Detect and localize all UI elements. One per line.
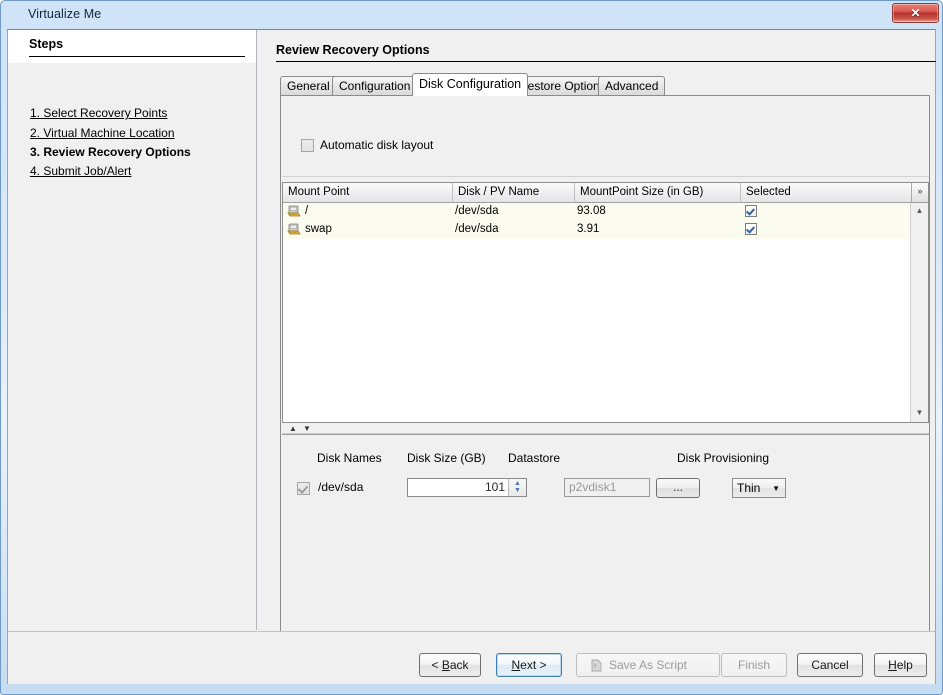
page-title: Review Recovery Options <box>276 43 430 57</box>
disk-provisioning-value: Thin <box>737 481 760 495</box>
detail-header-datastore: Datastore <box>508 451 560 465</box>
steps-divider <box>29 56 245 57</box>
column-header-mountpoint-size[interactable]: MountPoint Size (in GB) <box>575 183 741 202</box>
panel-splitter[interactable]: ▲ ▼ <box>282 424 929 434</box>
disk-detail-row: /dev/sda 101 ▲ ▼ p2vdisk1 ... Thin <box>282 478 929 502</box>
column-header-mount-point[interactable]: Mount Point <box>283 183 453 202</box>
detail-header-disk-size: Disk Size (GB) <box>407 451 486 465</box>
tab-configuration[interactable]: Configuration <box>332 76 417 95</box>
disk-detail-panel: Disk Names Disk Size (GB) Datastore Disk… <box>282 434 929 657</box>
chevron-double-down-icon[interactable]: » <box>911 183 928 202</box>
cell-mount-point: / <box>283 203 453 221</box>
cell-disk-pv-name: /dev/sda <box>455 221 498 239</box>
splitter-collapse-up-icon[interactable]: ▲ <box>289 425 297 433</box>
mount-point-table: Mount Point Disk / PV Name MountPoint Si… <box>282 182 929 423</box>
cell-mount-point-text: swap <box>305 221 332 238</box>
row-selected-checkbox[interactable] <box>745 223 757 235</box>
detail-header-disk-names: Disk Names <box>317 451 382 465</box>
sidebar-item-review-recovery-options[interactable]: 3. Review Recovery Options <box>30 145 191 159</box>
section-divider <box>282 176 929 177</box>
sidebar-item-select-recovery-points[interactable]: 1. Select Recovery Points <box>30 106 167 120</box>
scroll-up-icon[interactable]: ▲ <box>911 203 928 220</box>
page-title-divider <box>276 61 936 62</box>
tab-advanced[interactable]: Advanced <box>598 76 665 95</box>
next-button[interactable]: Next > <box>496 653 562 677</box>
disk-provisioning-select[interactable]: Thin ▼ <box>732 478 786 498</box>
detail-header-disk-provisioning: Disk Provisioning <box>677 451 769 465</box>
cell-mount-point: swap <box>283 221 453 239</box>
cancel-button[interactable]: Cancel <box>797 653 863 677</box>
cell-selected <box>741 221 913 239</box>
cell-disk-pv-name: /dev/sda <box>455 203 498 221</box>
save-as-script-label: Save As Script <box>609 658 687 672</box>
disk-icon <box>287 223 301 236</box>
table-vertical-scrollbar[interactable]: ▲ ▼ <box>910 203 928 422</box>
tab-general[interactable]: General <box>280 76 337 95</box>
automatic-disk-layout-checkbox[interactable] <box>301 139 314 152</box>
client-area: Steps 1. Select Recovery Points 2. Virtu… <box>7 29 936 684</box>
application-window: Virtualize Me ✕ Steps 1. Select Recovery… <box>0 0 943 695</box>
disk-enabled-checkbox[interactable] <box>297 482 310 495</box>
datastore-browse-button[interactable]: ... <box>656 478 700 498</box>
datastore-input[interactable]: p2vdisk1 <box>564 478 650 497</box>
tab-panel-disk-configuration: Automatic disk layout Mount Point Disk /… <box>280 95 930 657</box>
sidebar-item-submit-job-alert[interactable]: 4. Submit Job/Alert <box>30 164 131 178</box>
table-body: / /dev/sda 93.08 <box>283 203 911 422</box>
disk-name-label: /dev/sda <box>318 480 363 494</box>
tab-disk-configuration[interactable]: Disk Configuration <box>412 73 528 96</box>
column-header-disk-pv-name[interactable]: Disk / PV Name <box>453 183 575 202</box>
scroll-down-icon[interactable]: ▼ <box>911 405 928 422</box>
column-header-selected[interactable]: Selected <box>741 183 913 202</box>
table-header-row: Mount Point Disk / PV Name MountPoint Si… <box>283 183 928 203</box>
row-selected-checkbox[interactable] <box>745 205 757 217</box>
back-button[interactable]: < Back <box>419 653 481 677</box>
automatic-disk-layout-label: Automatic disk layout <box>320 138 433 152</box>
close-button[interactable]: ✕ <box>892 3 939 23</box>
splitter-collapse-down-icon[interactable]: ▼ <box>303 425 311 433</box>
finish-button: Finish <box>721 653 787 677</box>
window-title: Virtualize Me <box>28 7 101 21</box>
disk-icon <box>287 205 301 218</box>
stepper-down-icon[interactable]: ▼ <box>509 487 526 495</box>
main-panel: Review Recovery Options General Configur… <box>258 30 936 630</box>
chevron-down-icon: ▼ <box>772 479 780 498</box>
dialog-button-bar: < Back Next > Save As Script Finish Canc… <box>8 631 935 684</box>
disk-size-input[interactable]: 101 ▲ ▼ <box>407 478 527 497</box>
cell-selected <box>741 203 913 221</box>
sidebar-item-virtual-machine-location[interactable]: 2. Virtual Machine Location <box>30 126 175 140</box>
save-script-icon <box>590 659 603 672</box>
title-bar: Virtualize Me ✕ <box>1 1 942 29</box>
cell-mountpoint-size: 3.91 <box>577 221 599 239</box>
disk-size-value: 101 <box>485 479 505 496</box>
table-row[interactable]: swap /dev/sda 3.91 <box>283 221 911 239</box>
close-icon: ✕ <box>893 4 938 22</box>
disk-size-stepper[interactable]: ▲ ▼ <box>508 479 526 496</box>
steps-title: Steps <box>29 37 63 51</box>
save-as-script-button: Save As Script <box>576 653 720 677</box>
table-row[interactable]: / /dev/sda 93.08 <box>283 203 911 221</box>
cell-mount-point-text: / <box>305 203 308 220</box>
help-button[interactable]: Help <box>874 653 927 677</box>
cell-mountpoint-size: 93.08 <box>577 203 606 221</box>
steps-sidebar: Steps 1. Select Recovery Points 2. Virtu… <box>8 30 257 630</box>
